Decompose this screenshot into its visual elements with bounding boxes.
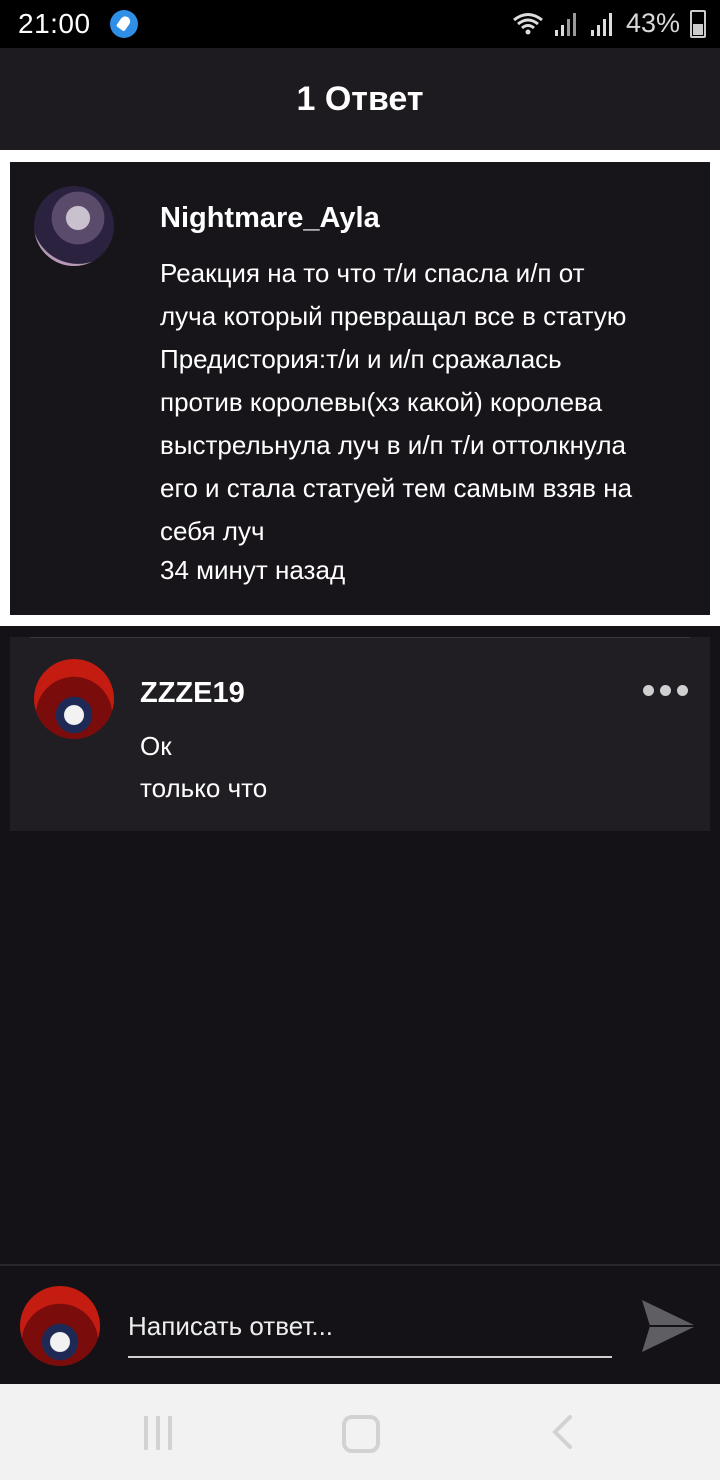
reply-text: Ок: [140, 731, 172, 761]
reply-author-name[interactable]: ZZZE19: [140, 677, 245, 710]
screen: 21:00 43% 1 Ответ Nightmare_Ayla Реакция…: [0, 0, 720, 1480]
signal-icon: [554, 12, 576, 36]
reply-input[interactable]: [128, 1296, 612, 1358]
send-icon[interactable]: [640, 1298, 698, 1354]
post-author-name[interactable]: Nightmare_Ayla: [160, 202, 380, 235]
avatar: [20, 1286, 100, 1366]
home-icon[interactable]: [342, 1415, 380, 1453]
wifi-icon: [513, 12, 543, 34]
rocket-icon: [110, 10, 138, 38]
avatar[interactable]: [34, 659, 114, 739]
avatar[interactable]: [34, 186, 114, 266]
battery-icon: [690, 9, 706, 38]
signal-icon: [590, 12, 612, 36]
back-icon[interactable]: [548, 1414, 578, 1450]
original-post-frame: Nightmare_Ayla Реакция на то что т/и спа…: [0, 150, 720, 626]
divider: [30, 637, 690, 638]
more-horizontal-icon[interactable]: [643, 685, 688, 696]
status-icons: 43%: [512, 8, 706, 39]
status-bar: 21:00 43%: [0, 0, 720, 48]
status-time: 21:00: [18, 8, 91, 39]
post-body-text: Реакция на то что т/и спасла и/п от луча…: [160, 258, 633, 546]
recent-apps-icon[interactable]: [144, 1416, 176, 1450]
page-title: 1 Ответ: [296, 79, 424, 118]
page-header: 1 Ответ: [0, 48, 720, 150]
compose-bar: [0, 1264, 720, 1386]
original-post: Nightmare_Ayla Реакция на то что т/и спа…: [10, 162, 710, 615]
battery-percent: 43%: [625, 8, 680, 38]
system-nav-bar: [0, 1384, 720, 1480]
post-timestamp: 34 минут назад: [160, 555, 346, 585]
reply-timestamp: только что: [140, 773, 268, 803]
reply-item: ZZZE19 Ок только что: [10, 637, 710, 831]
